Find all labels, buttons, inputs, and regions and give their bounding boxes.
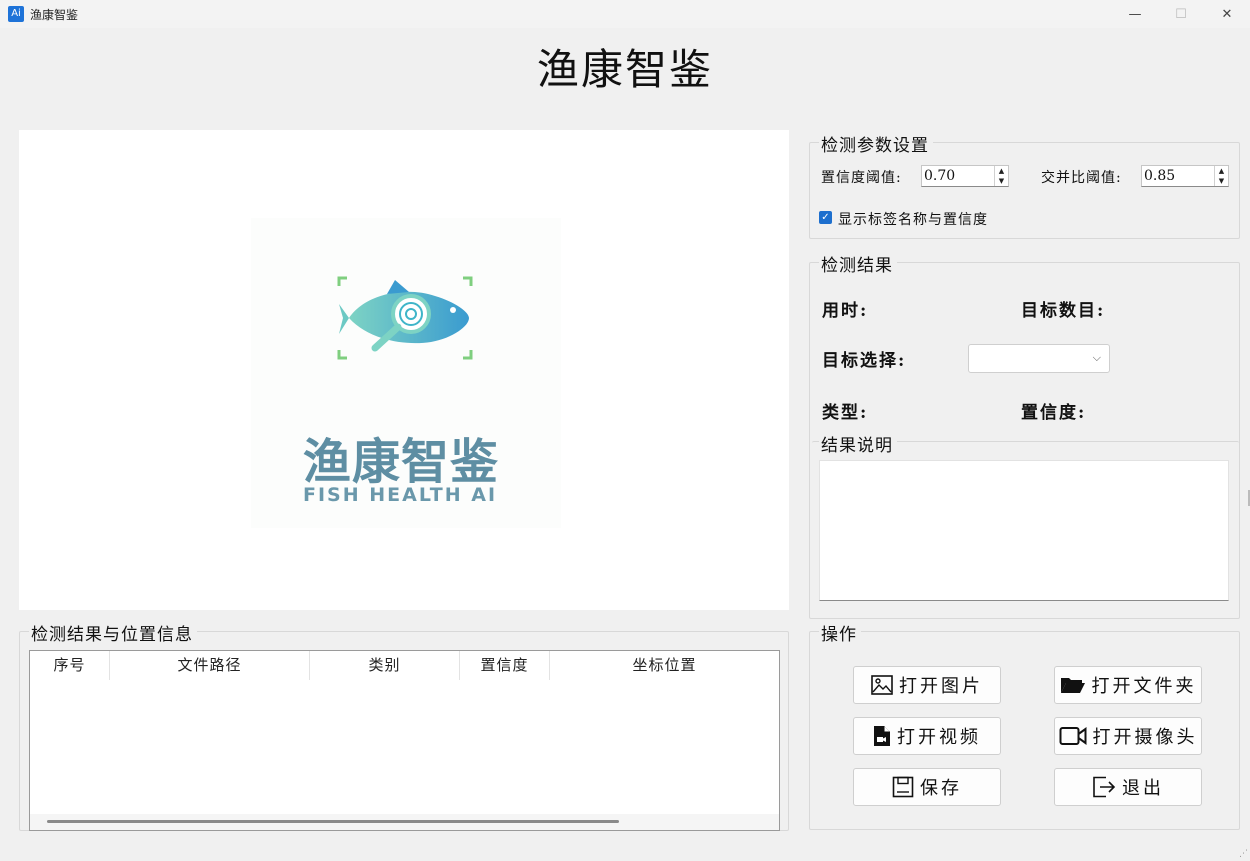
- target-count-label: 目标数目:: [1021, 301, 1106, 321]
- iou-threshold-value: 0.85: [1144, 168, 1176, 184]
- video-file-icon: [874, 726, 890, 746]
- open-folder-label: 打开文件夹: [1091, 676, 1197, 697]
- close-button[interactable]: ✕: [1204, 0, 1250, 28]
- window-titlebar: Ai 渔康智鉴 — ☐ ✕: [0, 0, 1250, 28]
- params-group-title: 检测参数设置: [819, 131, 933, 156]
- minimize-button[interactable]: —: [1112, 0, 1158, 28]
- time-label: 用时:: [822, 301, 869, 321]
- open-image-button[interactable]: 打开图片: [853, 666, 1001, 704]
- open-camera-button[interactable]: 打开摄像头: [1054, 717, 1202, 755]
- scrollbar-thumb[interactable]: [47, 820, 619, 823]
- exit-label: 退出: [1122, 778, 1164, 799]
- folder-icon: [1060, 678, 1085, 693]
- column-header-coordinates[interactable]: 坐标位置: [550, 651, 779, 680]
- table-group-title: 检测结果与位置信息: [29, 620, 197, 645]
- logo-en-text: FISH HEALTH AI: [303, 484, 498, 506]
- resize-grip-icon[interactable]: ⋰: [1239, 849, 1248, 859]
- chevron-down-icon: ⌵: [1092, 351, 1101, 364]
- fish-logo-icon: [337, 276, 473, 360]
- results-table[interactable]: 序号 文件路径 类别 置信度 坐标位置: [29, 650, 780, 831]
- iou-threshold-label: 交并比阈值:: [1041, 170, 1122, 186]
- column-header-confidence[interactable]: 置信度: [460, 651, 550, 680]
- exit-button[interactable]: 退出: [1054, 768, 1202, 806]
- maximize-button[interactable]: ☐: [1158, 0, 1204, 28]
- open-image-label: 打开图片: [899, 676, 983, 697]
- target-select-combobox[interactable]: ⌵: [968, 344, 1110, 373]
- window-title: 渔康智鉴: [30, 7, 79, 22]
- actions-group-title: 操作: [819, 620, 861, 645]
- result-description-textarea[interactable]: [819, 460, 1229, 601]
- desc-group-title: 结果说明: [819, 431, 897, 456]
- spin-down-icon[interactable]: ▼: [995, 176, 1008, 186]
- save-icon: [892, 776, 914, 798]
- logo-cn-text: 渔康智鉴: [303, 434, 500, 490]
- video-camera-icon: [1059, 727, 1086, 745]
- spin-up-icon[interactable]: ▲: [1215, 166, 1228, 176]
- open-video-button[interactable]: 打开视频: [853, 717, 1001, 755]
- table-header: 序号 文件路径 类别 置信度 坐标位置: [30, 651, 779, 680]
- confidence-threshold-label: 置信度阈值:: [821, 170, 902, 186]
- column-header-index[interactable]: 序号: [30, 651, 110, 680]
- horizontal-scrollbar[interactable]: [30, 814, 779, 830]
- target-select-label: 目标选择:: [822, 351, 907, 371]
- window-controls: — ☐ ✕: [1112, 0, 1250, 28]
- iou-threshold-spinbox[interactable]: 0.85 ▲ ▼: [1141, 165, 1229, 187]
- results-group-title: 检测结果: [819, 251, 897, 276]
- show-label-checkbox-label[interactable]: 显示标签名称与置信度: [838, 209, 988, 229]
- image-icon: [871, 675, 893, 695]
- type-label: 类型:: [822, 403, 869, 423]
- save-button[interactable]: 保存: [853, 768, 1001, 806]
- spin-arrows: ▲ ▼: [994, 166, 1008, 186]
- open-video-label: 打开视频: [897, 727, 981, 748]
- confidence-threshold-spinbox[interactable]: 0.70 ▲ ▼: [921, 165, 1009, 187]
- column-header-class[interactable]: 类别: [310, 651, 460, 680]
- open-camera-label: 打开摄像头: [1092, 727, 1198, 748]
- app-heading: 渔康智鉴: [536, 45, 713, 94]
- show-label-checkbox[interactable]: ✓: [819, 211, 832, 224]
- spin-up-icon[interactable]: ▲: [995, 166, 1008, 176]
- save-label: 保存: [920, 778, 962, 799]
- exit-icon: [1093, 776, 1116, 798]
- logo-image: 渔康智鉴 FISH HEALTH AI: [251, 218, 561, 528]
- confidence-threshold-value: 0.70: [924, 168, 956, 184]
- spin-arrows: ▲ ▼: [1214, 166, 1228, 186]
- column-header-filepath[interactable]: 文件路径: [110, 651, 310, 680]
- app-icon: Ai: [8, 6, 24, 22]
- image-display-area: 渔康智鉴 FISH HEALTH AI: [19, 130, 789, 610]
- spin-down-icon[interactable]: ▼: [1215, 176, 1228, 186]
- open-folder-button[interactable]: 打开文件夹: [1054, 666, 1202, 704]
- confidence-result-label: 置信度:: [1021, 403, 1087, 423]
